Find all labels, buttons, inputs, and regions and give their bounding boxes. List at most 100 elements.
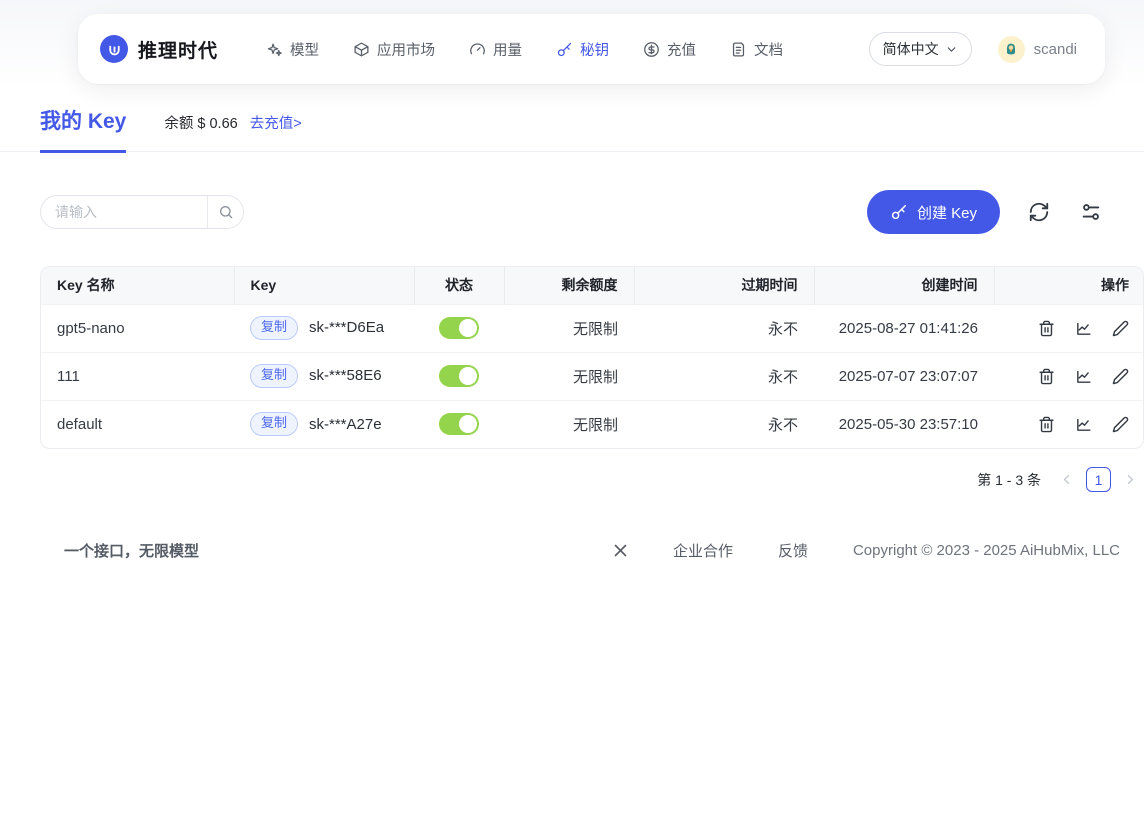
- gauge-icon: [470, 42, 485, 54]
- avatar: [997, 35, 1025, 63]
- nav-item-usage[interactable]: 用量: [469, 39, 522, 60]
- copy-button[interactable]: 复制: [250, 316, 299, 340]
- sliders-icon: [1082, 204, 1100, 220]
- table-row: default 复制 sk-***A27e 无限制 永不 2025-05-30 …: [41, 399, 1143, 448]
- refresh-button[interactable]: [1026, 199, 1052, 225]
- quota-value: 无限制: [504, 303, 634, 352]
- line-chart-icon: [1077, 370, 1091, 383]
- header-expires: 过期时间: [634, 267, 815, 304]
- nav-item-label: 用量: [493, 42, 523, 59]
- expires-value: 永不: [634, 351, 814, 400]
- navbar-right: 简体中文 scandi: [868, 32, 1077, 66]
- language-selector[interactable]: 简体中文: [868, 32, 972, 66]
- usage-chart-button[interactable]: [1075, 368, 1092, 385]
- copyright-text: Copyright © 2023 - 2025 AiHubMix, LLC: [852, 541, 1120, 559]
- key-icon: [557, 42, 572, 56]
- table-row: 111 复制 sk-***58E6 无限制 永不 2025-07-07 23:0…: [41, 351, 1143, 400]
- user-menu[interactable]: scandi: [997, 35, 1077, 63]
- line-chart-icon: [1077, 322, 1091, 335]
- delete-button[interactable]: [1038, 416, 1055, 433]
- page-summary: 第 1 - 3 条: [977, 471, 1041, 488]
- header-key-name: Key 名称: [41, 267, 235, 304]
- key-name: 111: [41, 351, 234, 400]
- nav-item-label: 模型: [290, 42, 320, 59]
- language-label: 简体中文: [882, 41, 939, 57]
- nav-item-recharge[interactable]: 充值: [643, 39, 696, 60]
- header-actions: 操作: [994, 267, 1143, 304]
- usage-chart-button[interactable]: [1075, 320, 1092, 337]
- search-input[interactable]: [41, 196, 207, 228]
- footer-link-enterprise[interactable]: 企业合作: [673, 540, 733, 561]
- status-toggle[interactable]: [439, 365, 479, 387]
- toolbar-right: 创建 Key: [866, 190, 1104, 234]
- key-value: sk-***A27e: [309, 415, 382, 433]
- dollar-circle-icon: [644, 41, 659, 57]
- nav-item-docs[interactable]: 文档: [730, 39, 783, 60]
- delete-button[interactable]: [1038, 320, 1055, 337]
- expires-value: 永不: [634, 303, 814, 352]
- header-created: 创建时间: [814, 267, 995, 304]
- chevron-right-icon: [1127, 475, 1134, 484]
- sparkles-icon: [267, 43, 282, 56]
- balance-text: 余额 $ 0.66: [164, 116, 238, 132]
- nav-item-label: 文档: [754, 42, 784, 59]
- header-status: 状态: [414, 267, 505, 304]
- create-key-button[interactable]: 创建 Key: [866, 190, 1000, 234]
- tab-my-keys[interactable]: 我的 Key: [40, 105, 127, 153]
- page-number-1[interactable]: 1: [1086, 467, 1111, 492]
- brand[interactable]: 推理时代: [100, 35, 218, 63]
- created-value: 2025-07-07 23:07:07: [814, 351, 994, 400]
- line-chart-icon: [1077, 418, 1091, 431]
- x-twitter-icon[interactable]: [613, 543, 628, 558]
- nav-item-models[interactable]: 模型: [266, 39, 319, 60]
- edit-button[interactable]: [1112, 368, 1129, 385]
- brand-name: 推理时代: [138, 40, 219, 62]
- create-key-label: 创建 Key: [916, 204, 977, 222]
- quota-value: 无限制: [504, 399, 634, 448]
- nav-item-keys[interactable]: 秘钥: [556, 39, 609, 60]
- search-group: [40, 195, 244, 229]
- toolbar: 创建 Key: [40, 190, 1104, 234]
- status-toggle[interactable]: [439, 413, 479, 436]
- chevron-down-icon: [947, 46, 955, 52]
- copy-button[interactable]: 复制: [250, 364, 299, 388]
- header-quota: 剩余额度: [504, 267, 635, 304]
- top-navbar: 推理时代 模型 应用市场 用量 秘钥 充值 文档 简体中文 scandi: [78, 14, 1105, 84]
- delete-button[interactable]: [1038, 368, 1055, 385]
- chevron-left-icon: [1063, 475, 1070, 484]
- username: scandi: [1033, 40, 1077, 58]
- created-value: 2025-05-30 23:57:10: [814, 399, 994, 448]
- key-name: default: [41, 399, 234, 448]
- status-toggle[interactable]: [439, 317, 479, 339]
- trash-icon: [1039, 320, 1054, 336]
- nav-item-marketplace[interactable]: 应用市场: [353, 39, 435, 60]
- column-settings-button[interactable]: [1078, 199, 1104, 225]
- nav-item-label: 应用市场: [377, 42, 436, 59]
- footer: 一个接口，无限模型 企业合作 反馈 Copyright © 2023 - 202…: [0, 528, 1144, 572]
- tabs-row: 我的 Key 余额 $ 0.66 去充值>: [0, 105, 1144, 153]
- main-nav: 模型 应用市场 用量 秘钥 充值 文档: [266, 39, 783, 60]
- search-button[interactable]: [207, 196, 243, 228]
- search-icon: [219, 206, 232, 219]
- nav-item-label: 秘钥: [580, 42, 610, 59]
- package-icon: [354, 41, 369, 57]
- key-value: sk-***D6Ea: [309, 319, 385, 337]
- usage-chart-button[interactable]: [1075, 416, 1092, 433]
- pencil-icon: [1112, 368, 1129, 384]
- table-header-row: Key 名称 Key 状态 剩余额度 过期时间 创建时间 操作: [41, 267, 1143, 304]
- expires-value: 永不: [634, 399, 814, 448]
- created-value: 2025-08-27 01:41:26: [814, 303, 994, 352]
- prev-page-button[interactable]: [1059, 472, 1074, 487]
- copy-button[interactable]: 复制: [250, 412, 299, 437]
- recharge-link[interactable]: 去充值>: [250, 112, 302, 133]
- footer-tagline: 一个接口，无限模型: [64, 542, 200, 560]
- key-icon: [891, 204, 907, 220]
- edit-button[interactable]: [1112, 416, 1129, 433]
- quota-value: 无限制: [504, 351, 634, 400]
- edit-button[interactable]: [1112, 320, 1129, 337]
- footer-link-feedback[interactable]: 反馈: [778, 540, 808, 561]
- footer-right: 企业合作 反馈 Copyright © 2023 - 2025 AiHubMix…: [613, 540, 1120, 561]
- next-page-button[interactable]: [1123, 472, 1138, 487]
- refresh-icon: [1029, 202, 1049, 222]
- pencil-icon: [1112, 320, 1129, 336]
